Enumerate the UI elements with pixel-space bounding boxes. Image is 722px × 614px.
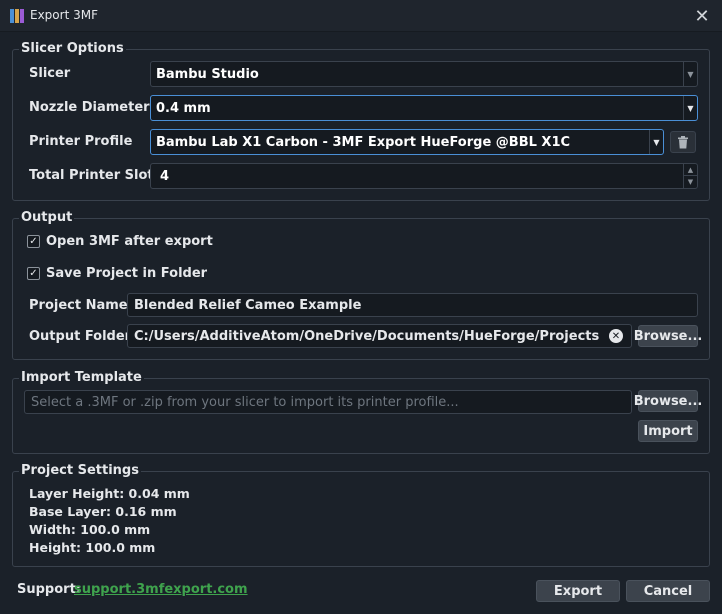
project-name-value: Blended Relief Cameo Example — [134, 297, 362, 313]
check-icon[interactable]: ✓ — [27, 235, 40, 248]
total-slots-value: 4 — [160, 168, 170, 184]
close-icon[interactable]: ✕ — [690, 4, 714, 28]
chevron-down-icon[interactable]: ▼ — [684, 176, 697, 188]
chevron-down-icon: ▼ — [683, 96, 697, 120]
cancel-button[interactable]: Cancel — [626, 580, 710, 602]
project-name-input[interactable]: Blended Relief Cameo Example — [127, 293, 698, 317]
printer-profile-label: Printer Profile — [29, 134, 133, 149]
trash-icon — [678, 135, 688, 148]
total-slots-label: Total Printer Slots — [29, 168, 162, 183]
app-icon — [10, 9, 24, 23]
chevron-up-icon[interactable]: ▲ — [684, 164, 697, 176]
total-slots-spinbox[interactable]: 4 ▲ ▼ — [150, 163, 698, 189]
layer-height-info: Layer Height: 0.04 mm — [29, 486, 190, 501]
printer-profile-value: Bambu Lab X1 Carbon - 3MF Export HueForg… — [156, 134, 571, 150]
nozzle-dropdown[interactable]: 0.4 mm ▼ — [150, 95, 698, 121]
spin-arrows[interactable]: ▲ ▼ — [683, 164, 697, 188]
chevron-down-icon: ▼ — [683, 62, 697, 86]
save-in-folder-label: Save Project in Folder — [46, 266, 208, 281]
project-settings-title: Project Settings — [19, 462, 141, 480]
slicer-label: Slicer — [29, 66, 71, 81]
output-folder-input[interactable]: C:/Users/AdditiveAtom/OneDrive/Documents… — [127, 324, 632, 348]
import-template-input[interactable]: Select a .3MF or .zip from your slicer t… — [24, 390, 632, 414]
support-link[interactable]: support.3mfexport.com — [74, 582, 248, 597]
nozzle-label: Nozzle Diameter — [29, 100, 150, 115]
import-browse-button[interactable]: Browse... — [634, 390, 702, 412]
width-info: Width: 100.0 mm — [29, 522, 151, 537]
slicer-value: Bambu Studio — [156, 66, 259, 82]
height-info: Height: 100.0 mm — [29, 540, 156, 555]
printer-profile-dropdown[interactable]: Bambu Lab X1 Carbon - 3MF Export HueForg… — [150, 129, 664, 155]
clear-icon[interactable]: ✕ — [609, 329, 623, 343]
project-name-label: Project Name — [29, 298, 128, 313]
open-after-export-label: Open 3MF after export — [46, 234, 213, 249]
base-layer-info: Base Layer: 0.16 mm — [29, 504, 177, 519]
support-label: Support: — [17, 582, 81, 597]
import-template-title: Import Template — [19, 369, 144, 387]
export-button[interactable]: Export — [536, 580, 620, 602]
window-title: Export 3MF — [30, 8, 98, 22]
output-title: Output — [19, 209, 75, 227]
import-template-placeholder: Select a .3MF or .zip from your slicer t… — [31, 394, 459, 410]
save-in-folder-checkbox[interactable]: ✓ Save Project in Folder — [27, 266, 207, 281]
nozzle-value: 0.4 mm — [156, 100, 211, 116]
open-after-export-checkbox[interactable]: ✓ Open 3MF after export — [27, 234, 213, 249]
output-folder-label: Output Folder — [29, 329, 132, 344]
chevron-down-icon: ▼ — [649, 130, 663, 154]
output-folder-value: C:/Users/AdditiveAtom/OneDrive/Documents… — [134, 328, 600, 344]
slicer-dropdown[interactable]: Bambu Studio ▼ — [150, 61, 698, 87]
import-button[interactable]: Import — [638, 420, 698, 442]
title-bar: Export 3MF ✕ — [0, 0, 722, 32]
output-browse-button[interactable]: Browse... — [634, 325, 702, 347]
check-icon[interactable]: ✓ — [27, 267, 40, 280]
delete-profile-button[interactable] — [670, 131, 696, 153]
slicer-options-title: Slicer Options — [19, 40, 126, 58]
